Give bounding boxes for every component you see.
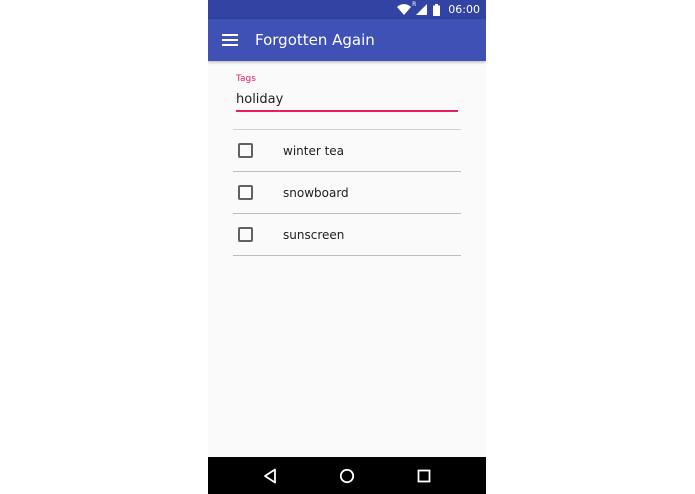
item-label: snowboard: [283, 185, 349, 200]
list-item[interactable]: winter tea: [233, 130, 461, 172]
status-icons: R 06:00: [397, 2, 480, 17]
status-time: 06:00: [448, 3, 480, 16]
hamburger-menu-icon: [222, 34, 238, 46]
back-button[interactable]: [260, 466, 280, 486]
item-label: sunscreen: [283, 227, 345, 242]
signal-icon: [416, 4, 428, 15]
item-checkbox[interactable]: [238, 143, 253, 158]
navigation-bar: [208, 457, 486, 494]
item-list: winter tea snowboard sunscreen: [233, 129, 461, 256]
list-item[interactable]: snowboard: [233, 172, 461, 214]
home-icon: [339, 468, 355, 484]
wifi-icon: [397, 4, 412, 15]
item-label: winter tea: [283, 143, 345, 158]
back-icon: [264, 468, 276, 484]
tags-label: Tags: [236, 74, 256, 84]
app-title: Forgotten Again: [255, 31, 375, 49]
item-checkbox[interactable]: [238, 185, 253, 200]
status-bar: R 06:00: [208, 0, 486, 19]
recents-button[interactable]: [414, 466, 434, 486]
home-button[interactable]: [337, 466, 357, 486]
battery-icon: [433, 3, 441, 16]
app-screen: R 06:00 Forgotten Again Tags holiday win…: [208, 0, 486, 494]
tags-field: Tags: [236, 73, 458, 112]
app-bar: Forgotten Again: [208, 19, 486, 61]
tags-input[interactable]: [236, 87, 458, 112]
menu-button[interactable]: [218, 28, 242, 52]
recents-icon: [417, 469, 431, 483]
item-checkbox[interactable]: [238, 227, 253, 242]
list-item[interactable]: sunscreen: [233, 214, 461, 256]
